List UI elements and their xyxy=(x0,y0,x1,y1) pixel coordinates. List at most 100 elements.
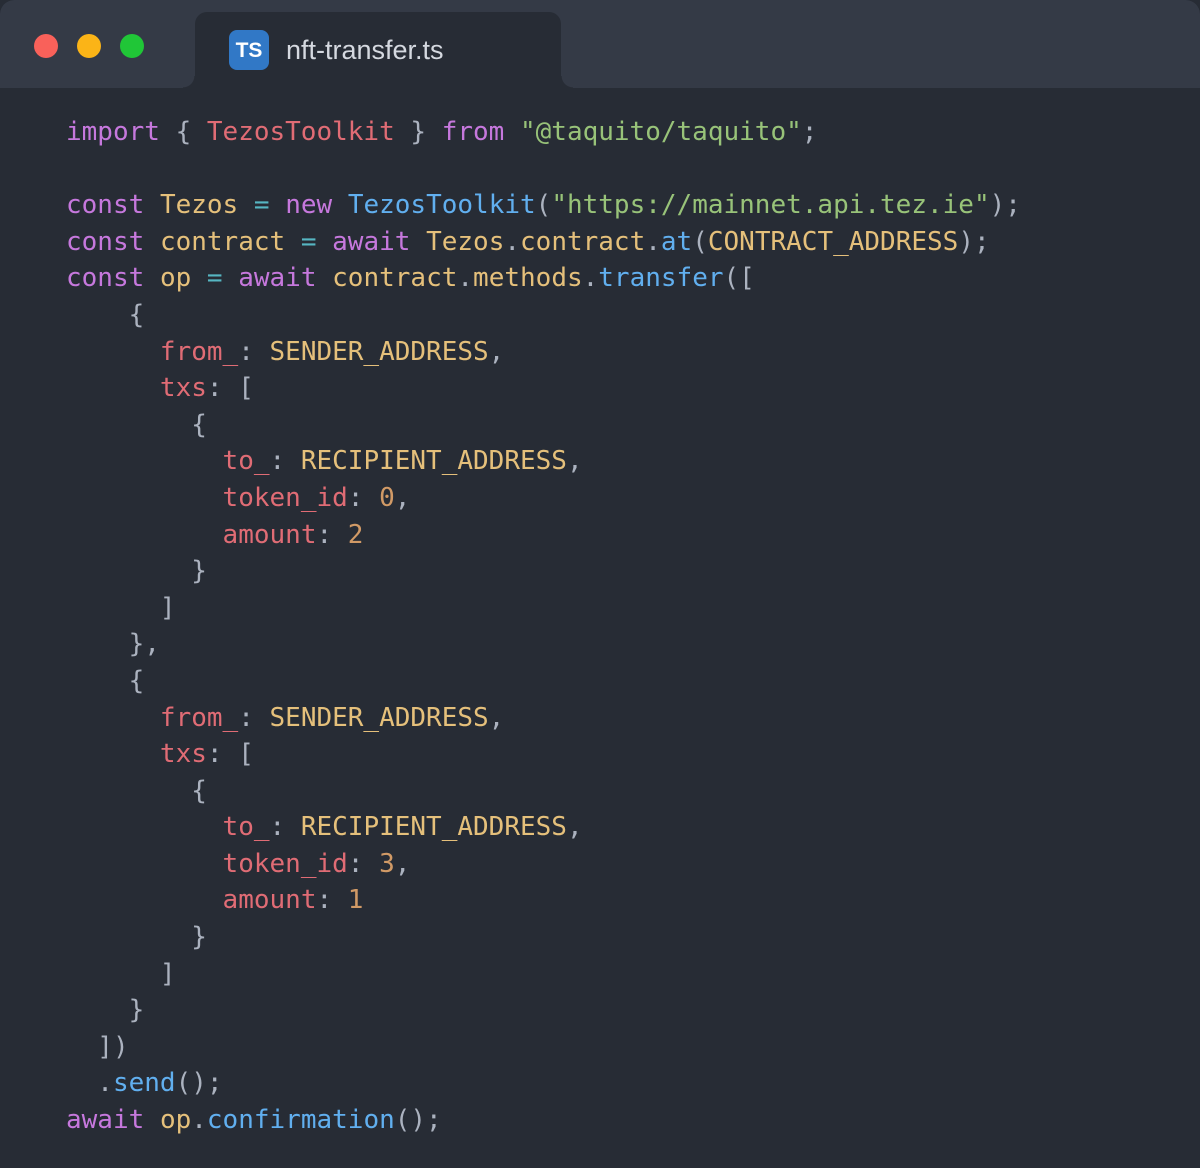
token-punct: . xyxy=(191,1105,207,1135)
token-function: at xyxy=(661,227,692,257)
token-punct: , xyxy=(395,483,411,513)
token-identifier: RECIPIENT_ADDRESS xyxy=(301,446,567,476)
token-punct: (); xyxy=(176,1068,223,1098)
token-number: 0 xyxy=(379,483,395,513)
token-punct: ); xyxy=(990,190,1021,220)
token-keyword: const xyxy=(66,227,144,257)
token-identifier: op xyxy=(160,263,191,293)
close-button[interactable] xyxy=(34,34,58,58)
token-entity: TezosToolkit xyxy=(207,117,395,147)
token-punct: . xyxy=(66,1068,113,1098)
token-identifier: contract xyxy=(332,263,457,293)
token-keyword: import xyxy=(66,117,160,147)
token-punct xyxy=(66,812,223,842)
token-identifier: contract xyxy=(160,227,285,257)
token-number: 3 xyxy=(379,849,395,879)
token-punct xyxy=(317,263,333,293)
token-function: TezosToolkit xyxy=(348,190,536,220)
token-entity: to_ xyxy=(223,446,270,476)
token-punct: (); xyxy=(395,1105,442,1135)
token-entity: txs xyxy=(160,739,207,769)
token-punct xyxy=(238,190,254,220)
token-punct: : [ xyxy=(207,739,254,769)
token-punct xyxy=(270,190,286,220)
token-number: 1 xyxy=(348,885,364,915)
token-punct xyxy=(285,227,301,257)
token-punct xyxy=(144,227,160,257)
code-line: amount: 2 xyxy=(66,517,1180,554)
token-punct xyxy=(223,263,239,293)
token-punct: { xyxy=(66,300,144,330)
token-entity: amount xyxy=(223,520,317,550)
code-line: amount: 1 xyxy=(66,882,1180,919)
code-line: ] xyxy=(66,956,1180,993)
token-punct: , xyxy=(567,446,583,476)
token-punct: : xyxy=(270,446,301,476)
token-identifier: methods xyxy=(473,263,583,293)
token-keyword: from xyxy=(442,117,505,147)
token-punct: , xyxy=(395,849,411,879)
code-line: .send(); xyxy=(66,1065,1180,1102)
token-punct xyxy=(66,739,160,769)
token-punct: . xyxy=(645,227,661,257)
token-entity: token_id xyxy=(223,483,348,513)
token-punct: , xyxy=(489,337,505,367)
token-identifier: op xyxy=(160,1105,191,1135)
token-punct xyxy=(66,373,160,403)
code-line: const contract = await Tezos.contract.at… xyxy=(66,224,1180,261)
code-line: ]) xyxy=(66,1029,1180,1066)
code-line: txs: [ xyxy=(66,736,1180,773)
code-editor[interactable]: import { TezosToolkit } from "@taquito/t… xyxy=(0,88,1200,1139)
token-punct xyxy=(191,263,207,293)
code-line: await op.confirmation(); xyxy=(66,1102,1180,1139)
minimize-button[interactable] xyxy=(77,34,101,58)
token-function: confirmation xyxy=(207,1105,395,1135)
token-operator: = xyxy=(207,263,223,293)
token-punct xyxy=(144,1105,160,1135)
token-string: "https://mainnet.api.tez.ie" xyxy=(551,190,989,220)
token-punct: ; xyxy=(802,117,818,147)
code-line: { xyxy=(66,663,1180,700)
token-punct: : xyxy=(316,885,347,915)
token-punct: : [ xyxy=(207,373,254,403)
token-punct xyxy=(144,263,160,293)
token-function: send xyxy=(113,1068,176,1098)
token-punct: { xyxy=(160,117,207,147)
token-punct: , xyxy=(489,703,505,733)
token-entity: amount xyxy=(223,885,317,915)
code-line: token_id: 3, xyxy=(66,846,1180,883)
token-entity: to_ xyxy=(223,812,270,842)
token-punct: { xyxy=(66,776,207,806)
token-punct: } xyxy=(66,556,207,586)
token-punct: : xyxy=(270,812,301,842)
token-punct xyxy=(144,190,160,220)
code-line: ] xyxy=(66,590,1180,627)
token-punct: }, xyxy=(66,629,160,659)
token-punct xyxy=(332,190,348,220)
zoom-button[interactable] xyxy=(120,34,144,58)
token-punct: . xyxy=(583,263,599,293)
token-punct xyxy=(66,483,223,513)
code-line xyxy=(66,151,1180,188)
token-keyword: new xyxy=(285,190,332,220)
tab-nft-transfer[interactable]: TS nft-transfer.ts xyxy=(195,12,561,88)
token-identifier: contract xyxy=(520,227,645,257)
traffic-lights xyxy=(34,34,144,58)
token-punct: , xyxy=(567,812,583,842)
token-punct: ( xyxy=(536,190,552,220)
code-line: const Tezos = new TezosToolkit("https://… xyxy=(66,187,1180,224)
token-punct: ]) xyxy=(66,1032,129,1062)
token-keyword: await xyxy=(66,1105,144,1135)
typescript-icon: TS xyxy=(229,30,269,70)
token-punct xyxy=(66,337,160,367)
token-punct: : xyxy=(348,483,379,513)
code-line: { xyxy=(66,773,1180,810)
token-punct xyxy=(66,885,223,915)
token-function: transfer xyxy=(598,263,723,293)
token-punct xyxy=(66,520,223,550)
tab-notch-right xyxy=(561,76,573,88)
code-line: } xyxy=(66,553,1180,590)
tab-filename: nft-transfer.ts xyxy=(286,35,444,66)
token-entity: from_ xyxy=(160,703,238,733)
token-punct xyxy=(410,227,426,257)
